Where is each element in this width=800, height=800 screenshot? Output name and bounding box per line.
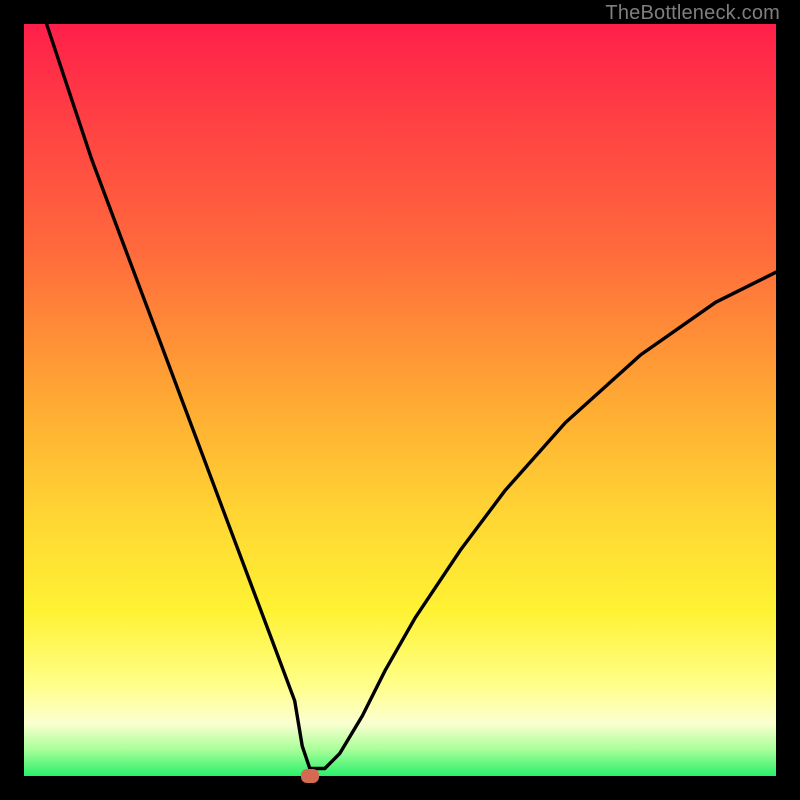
bottleneck-curve [24,24,776,776]
chart-stage: TheBottleneck.com [0,0,800,800]
watermark-text: TheBottleneck.com [605,2,780,25]
optimum-marker [301,769,319,783]
plot-area [24,24,776,776]
